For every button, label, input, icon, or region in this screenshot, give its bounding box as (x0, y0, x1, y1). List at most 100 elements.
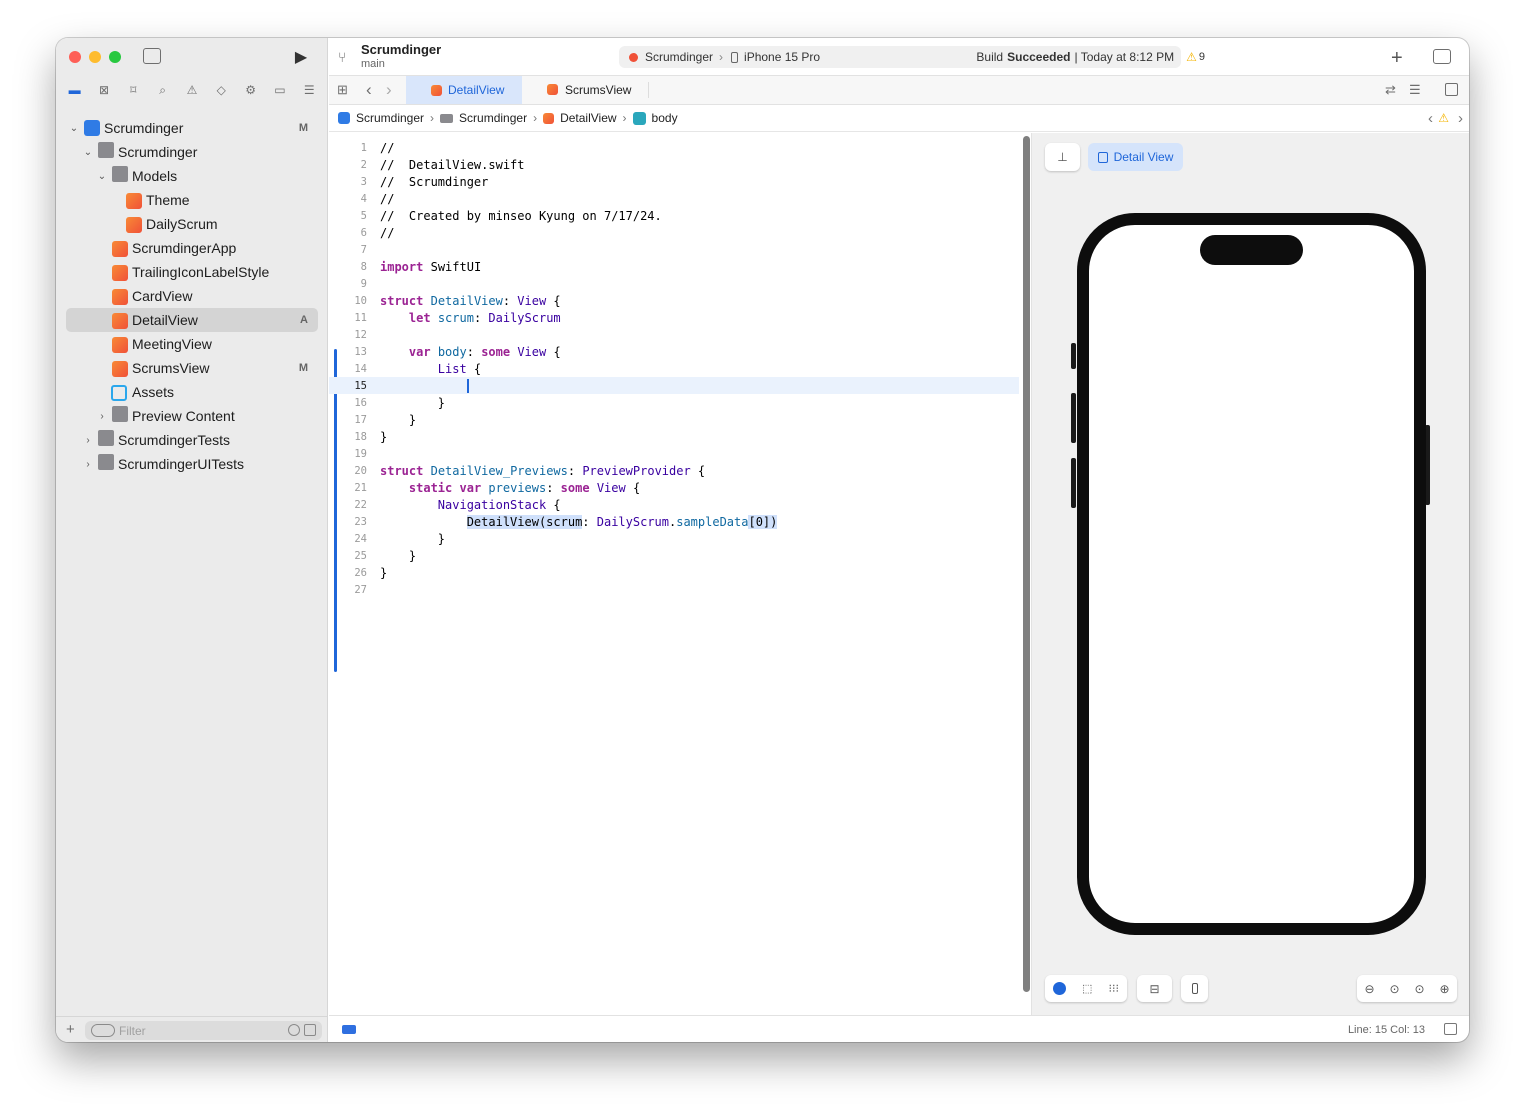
chevron-down-icon[interactable]: ⌄ (82, 147, 94, 158)
tree-item-label: ScrumdingerTests (118, 432, 231, 448)
chevron-right-icon[interactable]: › (82, 435, 94, 446)
chevron-right-icon[interactable]: › (82, 459, 94, 470)
variants-icon[interactable]: ⁝⁝⁝ (1108, 982, 1119, 995)
canvas-settings-button[interactable]: ⊟ (1137, 975, 1172, 1002)
forward-icon[interactable]: › (386, 80, 392, 100)
breadcrumb-item[interactable]: Scrumdinger (440, 111, 527, 125)
zoom-100-icon[interactable]: ⊙ (1414, 982, 1424, 996)
filter-input[interactable]: Filter (85, 1021, 322, 1040)
navigator-filter-bar: + Filter (56, 1016, 328, 1042)
minimize-window-button[interactable] (89, 51, 101, 63)
breakpoint-icon[interactable]: ▭ (272, 82, 288, 98)
related-items-icon[interactable]: ⇄ (1385, 82, 1396, 98)
tree-item-file[interactable]: ScrumdingerApp (56, 236, 328, 260)
debug-icon[interactable]: ⚙ (243, 82, 259, 98)
bookmark-icon[interactable]: ⌑ (125, 82, 141, 98)
report-icon[interactable]: ☰ (301, 82, 317, 98)
add-icon[interactable]: + (66, 1021, 75, 1038)
code-line: 6// (360, 225, 395, 240)
code-line: 25 } (354, 548, 417, 563)
previous-issue-icon[interactable]: ‹ (1428, 110, 1433, 127)
grid-icon[interactable]: ⊞ (337, 82, 348, 98)
run-button[interactable]: ▶ (292, 48, 310, 66)
tree-item-group[interactable]: ⌄ Scrumdinger (56, 140, 328, 164)
chevron-down-icon[interactable]: ⌄ (68, 123, 80, 134)
issue-icon[interactable]: ⚠ (184, 82, 200, 98)
recent-files-icon[interactable] (288, 1024, 300, 1036)
tree-item-group[interactable]: ⌄ Models (56, 164, 328, 188)
code-line: 17 } (354, 412, 417, 427)
chevron-right-icon[interactable]: › (96, 411, 108, 422)
tree-item-group[interactable]: › Preview Content (56, 404, 328, 428)
live-mode-icon[interactable] (1053, 982, 1067, 995)
selectable-mode-icon[interactable]: ⬚ (1082, 982, 1092, 995)
breadcrumb-item[interactable]: Scrumdinger (338, 111, 424, 125)
tree-item-file-selected[interactable]: DetailView A (66, 308, 318, 332)
iphone-preview[interactable] (1077, 213, 1426, 935)
warning-icon[interactable]: ⚠ (1438, 111, 1449, 125)
inspector-toggle-icon[interactable] (1433, 49, 1451, 64)
swift-file-icon (112, 289, 128, 305)
preview-canvas: ⊥ Detail View ⬚ ⁝⁝⁝ ⊟ ⊖ ⊙ ⊙ ⊕ (1032, 133, 1469, 1015)
tree-item-file[interactable]: ScrumsView M (56, 356, 328, 380)
filter-placeholder: Filter (119, 1023, 146, 1038)
folder-icon (112, 406, 128, 422)
breadcrumb-item[interactable]: body (632, 111, 678, 125)
source-control-filter-icon[interactable] (304, 1024, 316, 1036)
close-window-button[interactable] (69, 51, 81, 63)
zoom-out-icon[interactable]: ⊖ (1364, 982, 1374, 996)
chevron-right-icon: › (430, 111, 435, 125)
search-icon[interactable]: ⌕ (155, 82, 171, 98)
pin-preview-button[interactable]: ⊥ (1045, 143, 1080, 171)
editor-scrollbar[interactable] (1023, 136, 1030, 992)
zoom-in-icon[interactable]: ⊕ (1439, 982, 1449, 996)
tree-item-group[interactable]: › ScrumdingerUITests (56, 452, 328, 476)
swift-file-icon (112, 313, 128, 329)
warning-count: 9 (1198, 51, 1205, 63)
device-settings-button[interactable] (1181, 975, 1208, 1002)
code-line: 13 var body: some View { (354, 344, 561, 359)
filter-options-icon[interactable] (91, 1024, 115, 1037)
add-library-icon[interactable]: + (1391, 47, 1403, 70)
test-icon[interactable]: ◇ (213, 82, 229, 98)
editor-tab-bar: ⊞ ‹ › DetailView ScrumsView ⇄ ☰ (329, 76, 1469, 105)
editor-options-icon[interactable]: ☰ (1409, 82, 1421, 98)
back-icon[interactable]: ‹ (366, 80, 372, 100)
debug-area-toggle-icon[interactable] (342, 1025, 356, 1034)
preview-tab-button[interactable]: Detail View (1088, 143, 1183, 171)
zoom-to-fit-icon[interactable]: ⊙ (1389, 982, 1399, 996)
main-area: ⑂ Scrumdinger main Scrumdinger › iPhone … (329, 38, 1469, 1042)
zoom-window-button[interactable] (109, 51, 121, 63)
hide-debug-area-icon[interactable] (1444, 1023, 1457, 1035)
asset-catalog-icon (111, 385, 127, 401)
scheme-selector[interactable]: Scrumdinger (645, 50, 713, 64)
tab-scrumsview[interactable]: ScrumsView (525, 82, 649, 98)
split-editor-icon[interactable] (1445, 83, 1458, 96)
tree-item-file[interactable]: MeetingView (56, 332, 328, 356)
tree-item-file[interactable]: DailyScrum (56, 212, 328, 236)
tree-item-group[interactable]: › ScrumdingerTests (56, 428, 328, 452)
tab-detailview[interactable]: DetailView (406, 76, 522, 104)
device-selector[interactable]: iPhone 15 Pro (744, 50, 820, 64)
next-issue-icon[interactable]: › (1458, 110, 1463, 127)
tree-item-file[interactable]: Assets (56, 380, 328, 404)
code-line: 20 struct DetailView_Previews: PreviewPro… (354, 463, 706, 478)
project-navigator-icon[interactable]: ▬ (67, 82, 83, 98)
current-line: 15 (329, 377, 1019, 394)
text-cursor (466, 378, 469, 393)
swift-file-icon (543, 112, 555, 124)
code-line: 5// Created by minseo Kyung on 7/17/24. (360, 208, 662, 223)
tab-label: ScrumsView (565, 83, 632, 97)
tree-item-file[interactable]: CardView (56, 284, 328, 308)
source-editor[interactable]: 1// 2// DetailView.swift 3// Scrumdinger… (329, 133, 1019, 1015)
project-name[interactable]: Scrumdinger (361, 42, 441, 57)
source-control-icon[interactable]: ⊠ (96, 82, 112, 98)
chevron-down-icon[interactable]: ⌄ (96, 171, 108, 182)
tree-item-project[interactable]: ⌄ Scrumdinger M (56, 116, 328, 140)
breadcrumb-item[interactable]: DetailView (543, 111, 617, 125)
warning-icon[interactable]: ⚠ (1186, 50, 1197, 64)
sidebar-toggle-icon[interactable] (143, 48, 161, 64)
tree-item-file[interactable]: Theme (56, 188, 328, 212)
tree-item-file[interactable]: TrailingIconLabelStyle (56, 260, 328, 284)
preview-icon (1097, 151, 1108, 163)
